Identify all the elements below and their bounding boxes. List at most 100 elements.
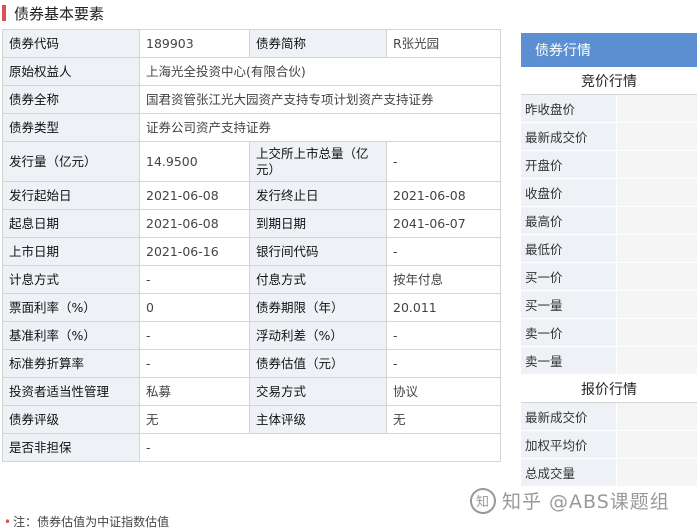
quote-value [616, 151, 697, 178]
field-value: - [139, 321, 250, 350]
field-value: 0 [139, 293, 250, 322]
quote-value [616, 235, 697, 262]
quote-section-title: 竞价行情 [521, 67, 697, 95]
field-label: 债券类型 [2, 113, 140, 142]
field-label: 原始权益人 [2, 57, 140, 86]
field-label: 付息方式 [249, 265, 387, 294]
quote-label: 卖一量 [521, 347, 616, 374]
field-value: 国君资管张江光大园资产支持专项计划资产支持证券 [139, 85, 501, 114]
field-value: - [139, 433, 501, 462]
field-label: 债券期限（年） [249, 293, 387, 322]
field-value: 14.9500 [139, 141, 250, 182]
quote-section-title: 报价行情 [521, 375, 697, 403]
field-value: 无 [386, 405, 501, 434]
field-label: 银行间代码 [249, 237, 387, 266]
quote-row: 最低价 [521, 235, 697, 263]
quote-value [616, 179, 697, 206]
footnote: • 注：债券估值为中证指数估值 [4, 513, 169, 530]
quote-row: 买一价 [521, 263, 697, 291]
info-row: 起息日期 2021-06-08 到期日期 2041-06-07 [2, 209, 501, 238]
quote-row: 昨收盘价 [521, 95, 697, 123]
field-value: 2041-06-07 [386, 209, 501, 238]
quote-value [616, 459, 697, 486]
quote-value [616, 431, 697, 458]
quote-row: 最新成交价 [521, 123, 697, 151]
quote-value [616, 319, 697, 346]
quote-label: 开盘价 [521, 151, 616, 178]
quote-label: 最新成交价 [521, 403, 616, 430]
field-value: - [386, 349, 501, 378]
quote-value [616, 263, 697, 290]
field-label: 是否非担保 [2, 433, 140, 462]
field-label: 浮动利差（%） [249, 321, 387, 350]
quote-label: 昨收盘价 [521, 95, 616, 122]
section-title-bar: 债券基本要素 [0, 0, 697, 26]
field-label: 基准利率（%） [2, 321, 140, 350]
field-label: 投资者适当性管理 [2, 377, 140, 406]
field-value: 按年付息 [386, 265, 501, 294]
field-label: 主体评级 [249, 405, 387, 434]
quote-label: 卖一价 [521, 319, 616, 346]
field-value: 189903 [139, 29, 250, 58]
field-label: 上市日期 [2, 237, 140, 266]
quote-row: 开盘价 [521, 151, 697, 179]
quote-row: 加权平均价 [521, 431, 697, 459]
info-row: 计息方式 - 付息方式 按年付息 [2, 265, 501, 294]
field-label: 债券评级 [2, 405, 140, 434]
field-value: - [139, 349, 250, 378]
info-row: 发行量（亿元） 14.9500 上交所上市总量（亿元） - [2, 141, 501, 182]
watermark-logo-icon: 知 [470, 487, 496, 514]
info-row: 是否非担保 - [2, 433, 501, 462]
info-row: 上市日期 2021-06-16 银行间代码 - [2, 237, 501, 266]
field-label: 债券代码 [2, 29, 140, 58]
field-label: 交易方式 [249, 377, 387, 406]
info-row: 债券类型 证券公司资产支持证券 [2, 113, 501, 142]
quote-row: 总成交量 [521, 459, 697, 487]
field-value: 2021-06-16 [139, 237, 250, 266]
field-value: R张光园 [386, 29, 501, 58]
bond-quote-panel: 债券行情 竞价行情 昨收盘价 最新成交价 开盘价 收盘价 最高价 最低价 买一价 买一量 卖一价卖… [521, 33, 697, 487]
quote-row: 最新成交价 [521, 403, 697, 431]
field-label: 上交所上市总量（亿元） [249, 141, 387, 182]
info-row: 发行起始日 2021-06-08 发行终止日 2021-06-08 [2, 181, 501, 210]
info-row: 投资者适当性管理 私募 交易方式 协议 [2, 377, 501, 406]
quote-label: 总成交量 [521, 459, 616, 486]
field-label: 债券简称 [249, 29, 387, 58]
info-row: 债券代码 189903 债券简称 R张光园 [2, 29, 501, 58]
field-label: 起息日期 [2, 209, 140, 238]
field-value: - [386, 237, 501, 266]
info-row: 债券评级无主体评级无 [2, 405, 501, 434]
footnote-marker: • [4, 515, 12, 529]
quote-label: 买一量 [521, 291, 616, 318]
field-value: 无 [139, 405, 250, 434]
field-label: 计息方式 [2, 265, 140, 294]
quote-row: 收盘价 [521, 179, 697, 207]
info-row: 债券全称 国君资管张江光大园资产支持专项计划资产支持证券 [2, 85, 501, 114]
quote-row: 卖一量 [521, 347, 697, 375]
field-value: - [386, 321, 501, 350]
quote-label: 最新成交价 [521, 123, 616, 150]
field-value: - [386, 141, 501, 182]
quote-value [616, 403, 697, 430]
field-value: 2021-06-08 [139, 209, 250, 238]
bond-basic-info-table: 债券代码 189903 债券简称 R张光园 原始权益人 上海光全投资中心(有限合伙) 债券全… [2, 29, 501, 462]
quote-label: 最高价 [521, 207, 616, 234]
quote-value [616, 207, 697, 234]
quote-row: 买一量 [521, 291, 697, 319]
field-label: 发行起始日 [2, 181, 140, 210]
quote-label: 买一价 [521, 263, 616, 290]
page-title: 债券基本要素 [14, 4, 105, 23]
field-label: 标准券折算率 [2, 349, 140, 378]
field-value: 2021-06-08 [139, 181, 250, 210]
field-value: 证券公司资产支持证券 [139, 113, 501, 142]
info-row: 基准利率（%） - 浮动利差（%） - [2, 321, 501, 350]
field-value: 上海光全投资中心(有限合伙) [139, 57, 501, 86]
field-value: - [139, 265, 250, 294]
title-accent-bar [2, 5, 6, 21]
field-value: 20.011 [386, 293, 501, 322]
footnote-text: 注：债券估值为中证指数估值 [13, 515, 170, 529]
info-row: 原始权益人 上海光全投资中心(有限合伙) [2, 57, 501, 86]
field-label: 债券全称 [2, 85, 140, 114]
field-label: 票面利率（%） [2, 293, 140, 322]
quote-label: 最低价 [521, 235, 616, 262]
